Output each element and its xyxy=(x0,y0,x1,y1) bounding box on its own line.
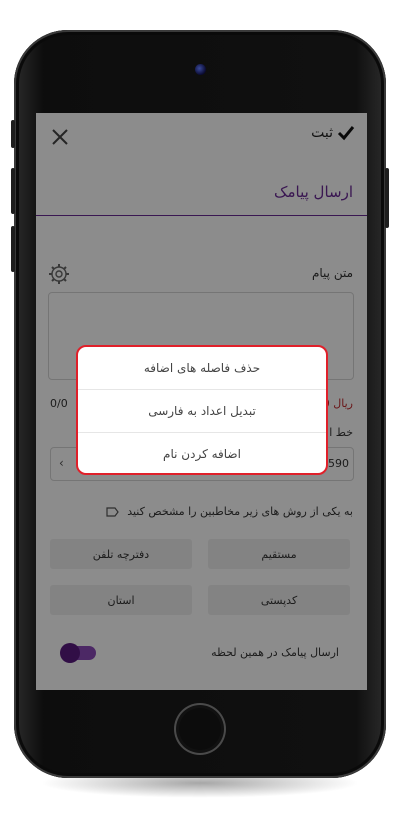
power-button xyxy=(385,168,389,228)
home-button[interactable] xyxy=(174,703,226,755)
text-options-popup: حذف فاصله های اضافه تبدیل اعداد به فارسی… xyxy=(76,345,328,475)
add-name-option[interactable]: اضافه کردن نام xyxy=(78,433,326,473)
volume-up-button xyxy=(11,168,15,214)
convert-digits-to-persian-option[interactable]: تبدیل اعداد به فارسی xyxy=(78,390,326,433)
remove-extra-spaces-option[interactable]: حذف فاصله های اضافه xyxy=(78,347,326,390)
volume-down-button xyxy=(11,226,15,272)
front-camera xyxy=(195,64,206,75)
app-screen: ثبت ارسال پیامک متن پیام 0/0 0 ریال خط ا… xyxy=(36,113,367,690)
mute-switch xyxy=(11,120,15,148)
